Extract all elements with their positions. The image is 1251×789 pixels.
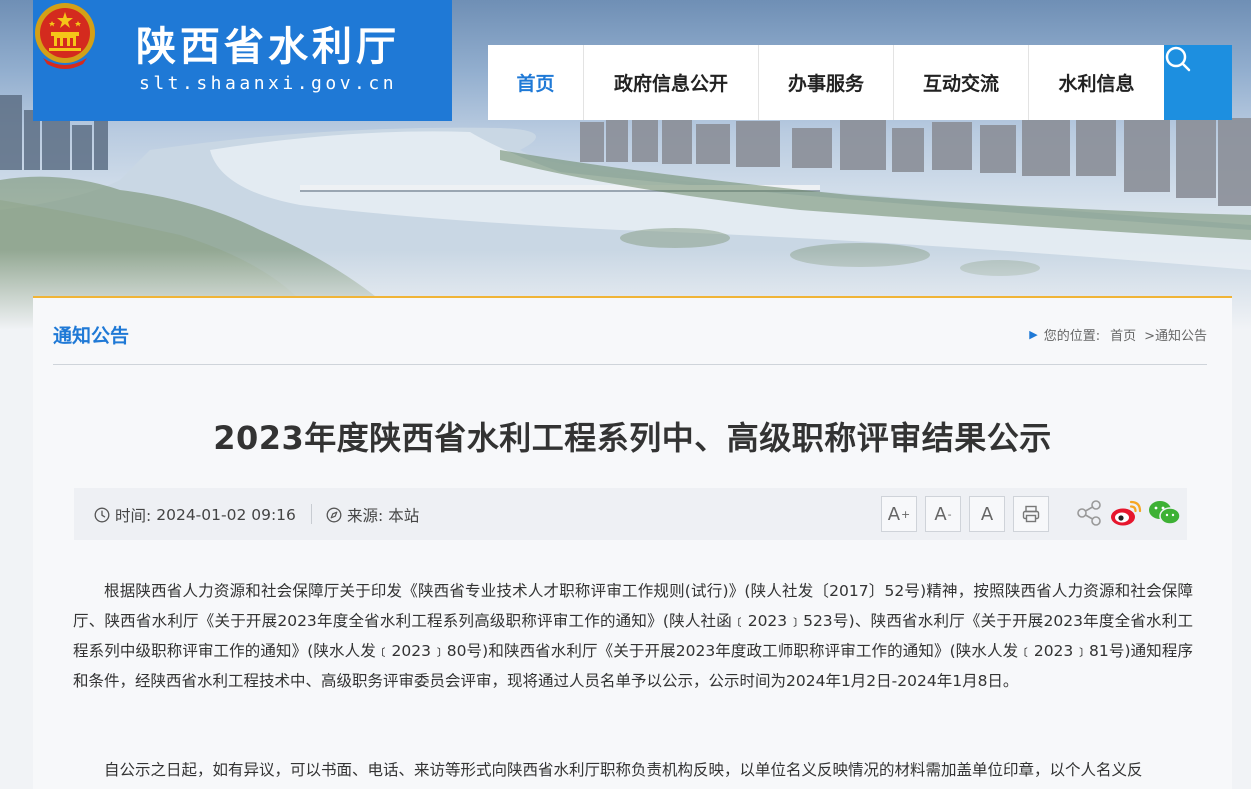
wechat-icon[interactable] [1148, 498, 1182, 528]
article-title: 2023年度陕西省水利工程系列中、高级职称评审结果公示 [213, 419, 1052, 457]
meta-divider [311, 504, 312, 524]
main-nav: 首页 政府信息公开 办事服务 互动交流 水利信息 [488, 45, 1164, 120]
time-value: 2024-01-02 09:16 [156, 506, 296, 524]
font-increase-button[interactable]: A + [881, 496, 917, 532]
font-reset-button[interactable]: A [969, 496, 1005, 532]
weibo-icon[interactable] [1109, 498, 1143, 528]
site-name: 陕西省水利厅 [136, 24, 400, 70]
section-title: 通知公告 [53, 325, 130, 347]
printer-icon [1022, 505, 1040, 523]
compass-icon [326, 507, 342, 523]
breadcrumb-current[interactable]: >通知公告 [1144, 325, 1207, 344]
font-reset-label: A [980, 503, 994, 525]
site-url: slt.shaanxi.gov.cn [139, 73, 398, 94]
nav-item-water-info[interactable]: 水利信息 [1029, 45, 1164, 120]
print-button[interactable] [1013, 496, 1049, 532]
article-meta-bar: 时间: 2024-01-02 09:16 来源: 本站 A + A- A [74, 488, 1187, 540]
nav-item-gov-info[interactable]: 政府信息公开 [584, 45, 759, 120]
breadcrumb-arrow-icon: ▶ [1029, 328, 1038, 341]
source-value: 本站 [388, 507, 420, 525]
header-banner: 陕西省水利厅 slt.shaanxi.gov.cn 首页 政府信息公开 办事服务… [0, 0, 1251, 330]
nav-item-interaction[interactable]: 互动交流 [894, 45, 1029, 120]
breadcrumb-prefix: 您的位置: [1043, 329, 1101, 344]
nav-item-home[interactable]: 首页 [488, 45, 584, 120]
share-icon[interactable] [1074, 498, 1104, 528]
time-label: 时间: [115, 507, 152, 525]
article-paragraph-2: 自公示之日起，如有异议，可以书面、电话、来访等形式向陕西省水利厅职称负责机构反映… [104, 761, 1143, 779]
national-emblem-icon [35, 3, 95, 69]
font-decrease-sup: - [947, 507, 952, 521]
font-decrease-button[interactable]: A- [925, 496, 961, 532]
section-header: 通知公告 ▶ 您的位置: 首页 >通知公告 [53, 298, 1207, 365]
article-paragraph-1: 根据陕西省人力资源和社会保障厅关于印发《陕西省专业技术人才职称评审工作规则(试行… [73, 582, 1193, 690]
font-increase-sup: + [901, 507, 911, 521]
site-logo[interactable]: 陕西省水利厅 slt.shaanxi.gov.cn [33, 0, 452, 121]
clock-icon [94, 507, 110, 523]
search-icon [1165, 46, 1191, 72]
breadcrumb: ▶ 您的位置: 首页 >通知公告 [1029, 325, 1207, 344]
content-panel: 通知公告 ▶ 您的位置: 首页 >通知公告 2023年度陕西省水利工程系列中、高… [33, 296, 1232, 789]
search-button[interactable] [1164, 45, 1232, 120]
source-label: 来源: [347, 507, 384, 525]
font-increase-label: A [887, 503, 901, 525]
breadcrumb-home-link[interactable]: 首页 [1110, 325, 1136, 344]
font-decrease-label: A [934, 503, 947, 525]
publish-time: 时间: 2024-01-02 09:16 [94, 504, 296, 526]
article-source: 来源: 本站 [326, 504, 419, 526]
nav-item-services[interactable]: 办事服务 [759, 45, 894, 120]
